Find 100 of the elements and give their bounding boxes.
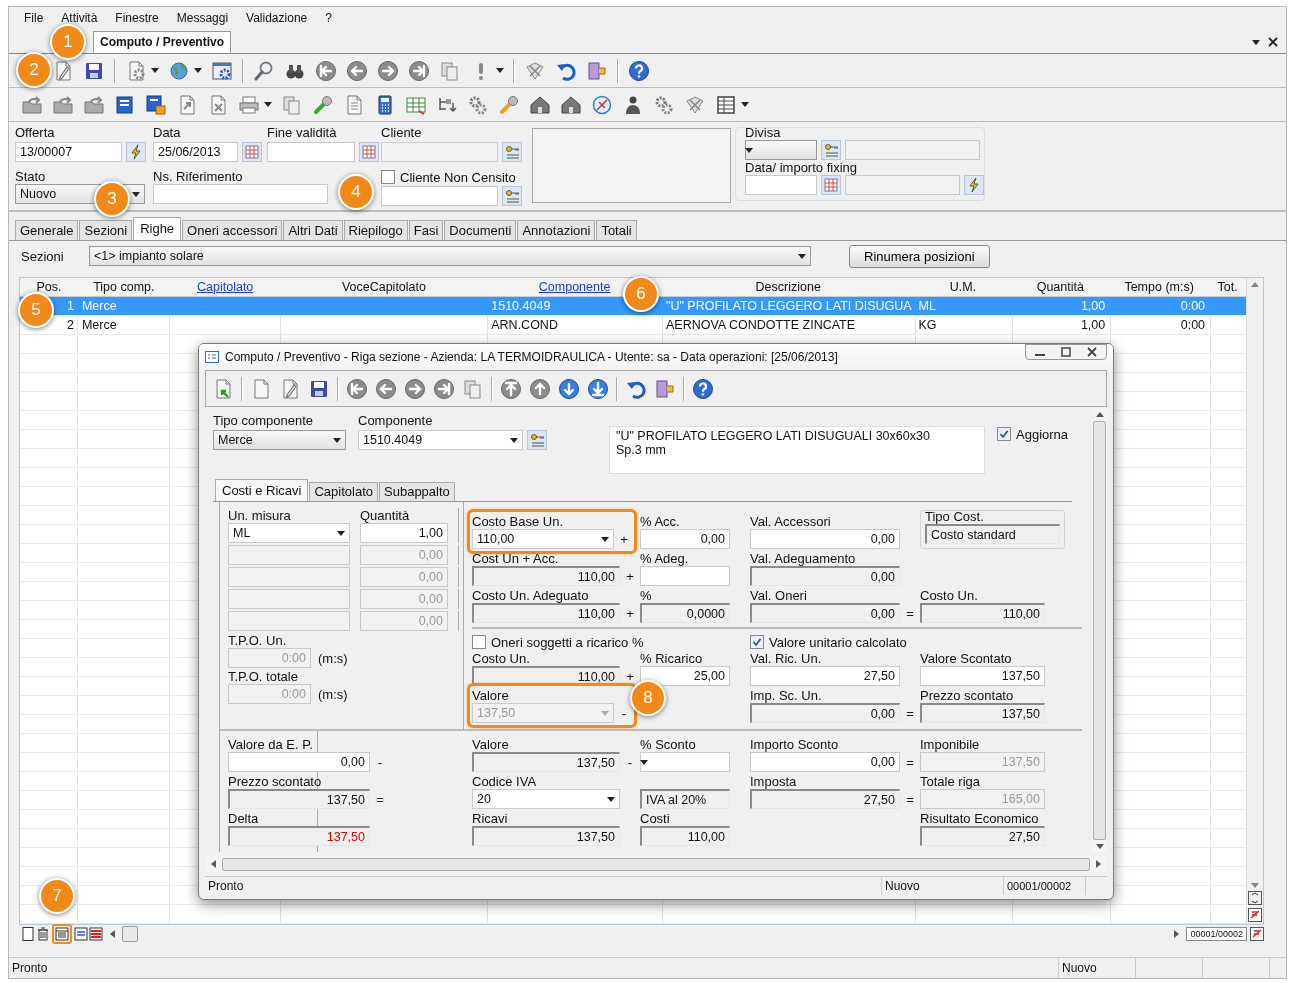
close-icon[interactable] — [1268, 37, 1278, 47]
input-field[interactable]: 0,00 — [640, 529, 730, 549]
folder-arrow-icon[interactable] — [21, 93, 43, 116]
help-icon[interactable] — [628, 59, 650, 82]
tab[interactable]: Capitolato — [309, 482, 378, 501]
dropdown[interactable]: 1510.4049 — [358, 430, 523, 450]
scroll-thumb[interactable] — [122, 926, 138, 942]
dropdown[interactable] — [745, 140, 817, 160]
scroll-right-icon[interactable] — [1096, 860, 1101, 868]
document-icon[interactable] — [21, 927, 35, 941]
input-field[interactable]: 13/00007 — [15, 142, 122, 162]
tab[interactable]: Annotazioni — [517, 220, 596, 240]
lookup-button[interactable] — [502, 142, 522, 162]
tab[interactable]: Sezioni — [79, 220, 133, 240]
input-field[interactable] — [745, 175, 817, 195]
search-icon[interactable] — [253, 59, 275, 82]
input-field[interactable]: 25/06/2013 — [153, 142, 238, 162]
scroll-thumb[interactable] — [1093, 421, 1106, 840]
door-icon[interactable] — [586, 59, 608, 82]
tab[interactable]: Riepilogo — [343, 220, 408, 240]
input-field[interactable] — [267, 142, 355, 162]
input-field[interactable] — [640, 566, 730, 586]
lookup-button[interactable] — [527, 430, 547, 450]
scroll-left-icon[interactable] — [211, 860, 216, 868]
tab[interactable]: Oneri accessori — [182, 220, 283, 240]
wrench-icon[interactable] — [312, 93, 334, 116]
tab[interactable]: Documenti — [444, 220, 517, 240]
input-field[interactable] — [153, 184, 328, 204]
menu-item[interactable]: File — [15, 11, 53, 25]
tab[interactable]: Altri Dati — [283, 220, 343, 240]
lines-icon[interactable] — [89, 927, 103, 941]
menu-item[interactable]: Validazione — [237, 11, 317, 25]
tab[interactable]: Costi e Ricavi — [215, 479, 309, 501]
trash-icon[interactable] — [36, 927, 50, 941]
scroll-down-icon[interactable] — [1095, 844, 1104, 849]
caret-icon[interactable] — [194, 68, 202, 73]
input-field[interactable]: 0,00 — [228, 752, 370, 772]
document-tab[interactable]: Computo / Preventivo — [93, 31, 231, 53]
spinner-icon[interactable] — [1248, 891, 1262, 905]
grid-window-icon[interactable] — [715, 93, 737, 116]
maximize-icon[interactable] — [1058, 346, 1074, 358]
menu-item[interactable]: Messaggi — [167, 11, 238, 25]
menu-item[interactable]: ? — [316, 11, 341, 25]
tab[interactable]: Subappalto — [379, 482, 455, 501]
menu-item[interactable]: Attività — [52, 11, 107, 25]
column-link[interactable]: Capitolato — [197, 280, 254, 294]
tab[interactable]: Righe — [133, 217, 182, 240]
caret-icon[interactable] — [151, 68, 159, 73]
tab[interactable]: Generale — [15, 220, 79, 240]
input-field[interactable]: 0,00 — [750, 529, 900, 549]
close-icon[interactable] — [1084, 346, 1100, 358]
scroll-left-icon[interactable] — [110, 930, 115, 938]
lightning-button[interactable] — [964, 175, 984, 195]
caret-icon[interactable] — [1252, 39, 1260, 45]
dropdown[interactable]: Merce — [213, 430, 346, 450]
input-field[interactable] — [381, 186, 498, 206]
calendar-button[interactable] — [821, 175, 841, 195]
input-field[interactable]: 137,50 — [920, 666, 1045, 686]
window-gear-icon[interactable] — [211, 59, 233, 82]
document-slash-icon[interactable] — [1250, 927, 1264, 941]
input-field[interactable]: 1,00 — [360, 523, 448, 543]
tab[interactable]: Totali — [596, 220, 637, 240]
wrench-icon[interactable] — [498, 93, 520, 116]
caret-icon[interactable] — [496, 68, 504, 73]
renumber-button[interactable]: Rinumera posizioni — [849, 244, 990, 268]
scroll-down-icon[interactable] — [1251, 883, 1259, 888]
card-box-icon[interactable] — [145, 93, 167, 116]
scroll-right-icon[interactable] — [1174, 930, 1180, 938]
help-icon[interactable] — [692, 377, 714, 400]
scroll-thumb[interactable] — [222, 857, 1090, 871]
scroll-up-icon[interactable] — [1095, 412, 1104, 417]
door-icon[interactable] — [654, 377, 676, 400]
column-link[interactable]: Componente — [538, 280, 611, 294]
calendar-button[interactable] — [359, 142, 379, 162]
globe-icon[interactable] — [168, 59, 190, 82]
input-field[interactable]: 0,00 — [750, 752, 900, 772]
caret-icon[interactable] — [741, 102, 749, 107]
tab[interactable]: Fasi — [408, 220, 444, 240]
input-field[interactable]: 27,50 — [750, 666, 900, 686]
dropdown[interactable]: ML — [228, 523, 350, 543]
description-field[interactable]: "U" PROFILATO LEGGERO LATI DISUGUALI 30x60x30 Sp.3 mm — [609, 426, 985, 474]
dropdown[interactable]: <1> impianto solare — [89, 246, 811, 266]
lightning-button[interactable] — [126, 142, 146, 162]
checkbox[interactable] — [997, 427, 1011, 441]
lookup-button[interactable] — [821, 140, 841, 160]
card-icon[interactable] — [114, 93, 136, 116]
checkbox[interactable] — [472, 635, 486, 649]
dropdown[interactable]: 110,00 — [472, 529, 614, 549]
lookup-button[interactable] — [502, 186, 522, 206]
calendar-button[interactable] — [242, 142, 262, 162]
document-slash-icon[interactable] — [1248, 908, 1262, 922]
checkbox[interactable] — [750, 635, 764, 649]
folder-arrow-icon[interactable] — [52, 93, 74, 116]
menu-item[interactable]: Finestre — [106, 11, 168, 25]
scroll-up-icon[interactable] — [1251, 282, 1259, 287]
input-field[interactable]: 25,00 — [640, 666, 730, 686]
dropdown[interactable]: 20 — [472, 789, 620, 809]
caret-icon[interactable] — [264, 102, 272, 107]
checkbox[interactable] — [381, 170, 395, 184]
folder-arrow-icon[interactable] — [83, 93, 105, 116]
